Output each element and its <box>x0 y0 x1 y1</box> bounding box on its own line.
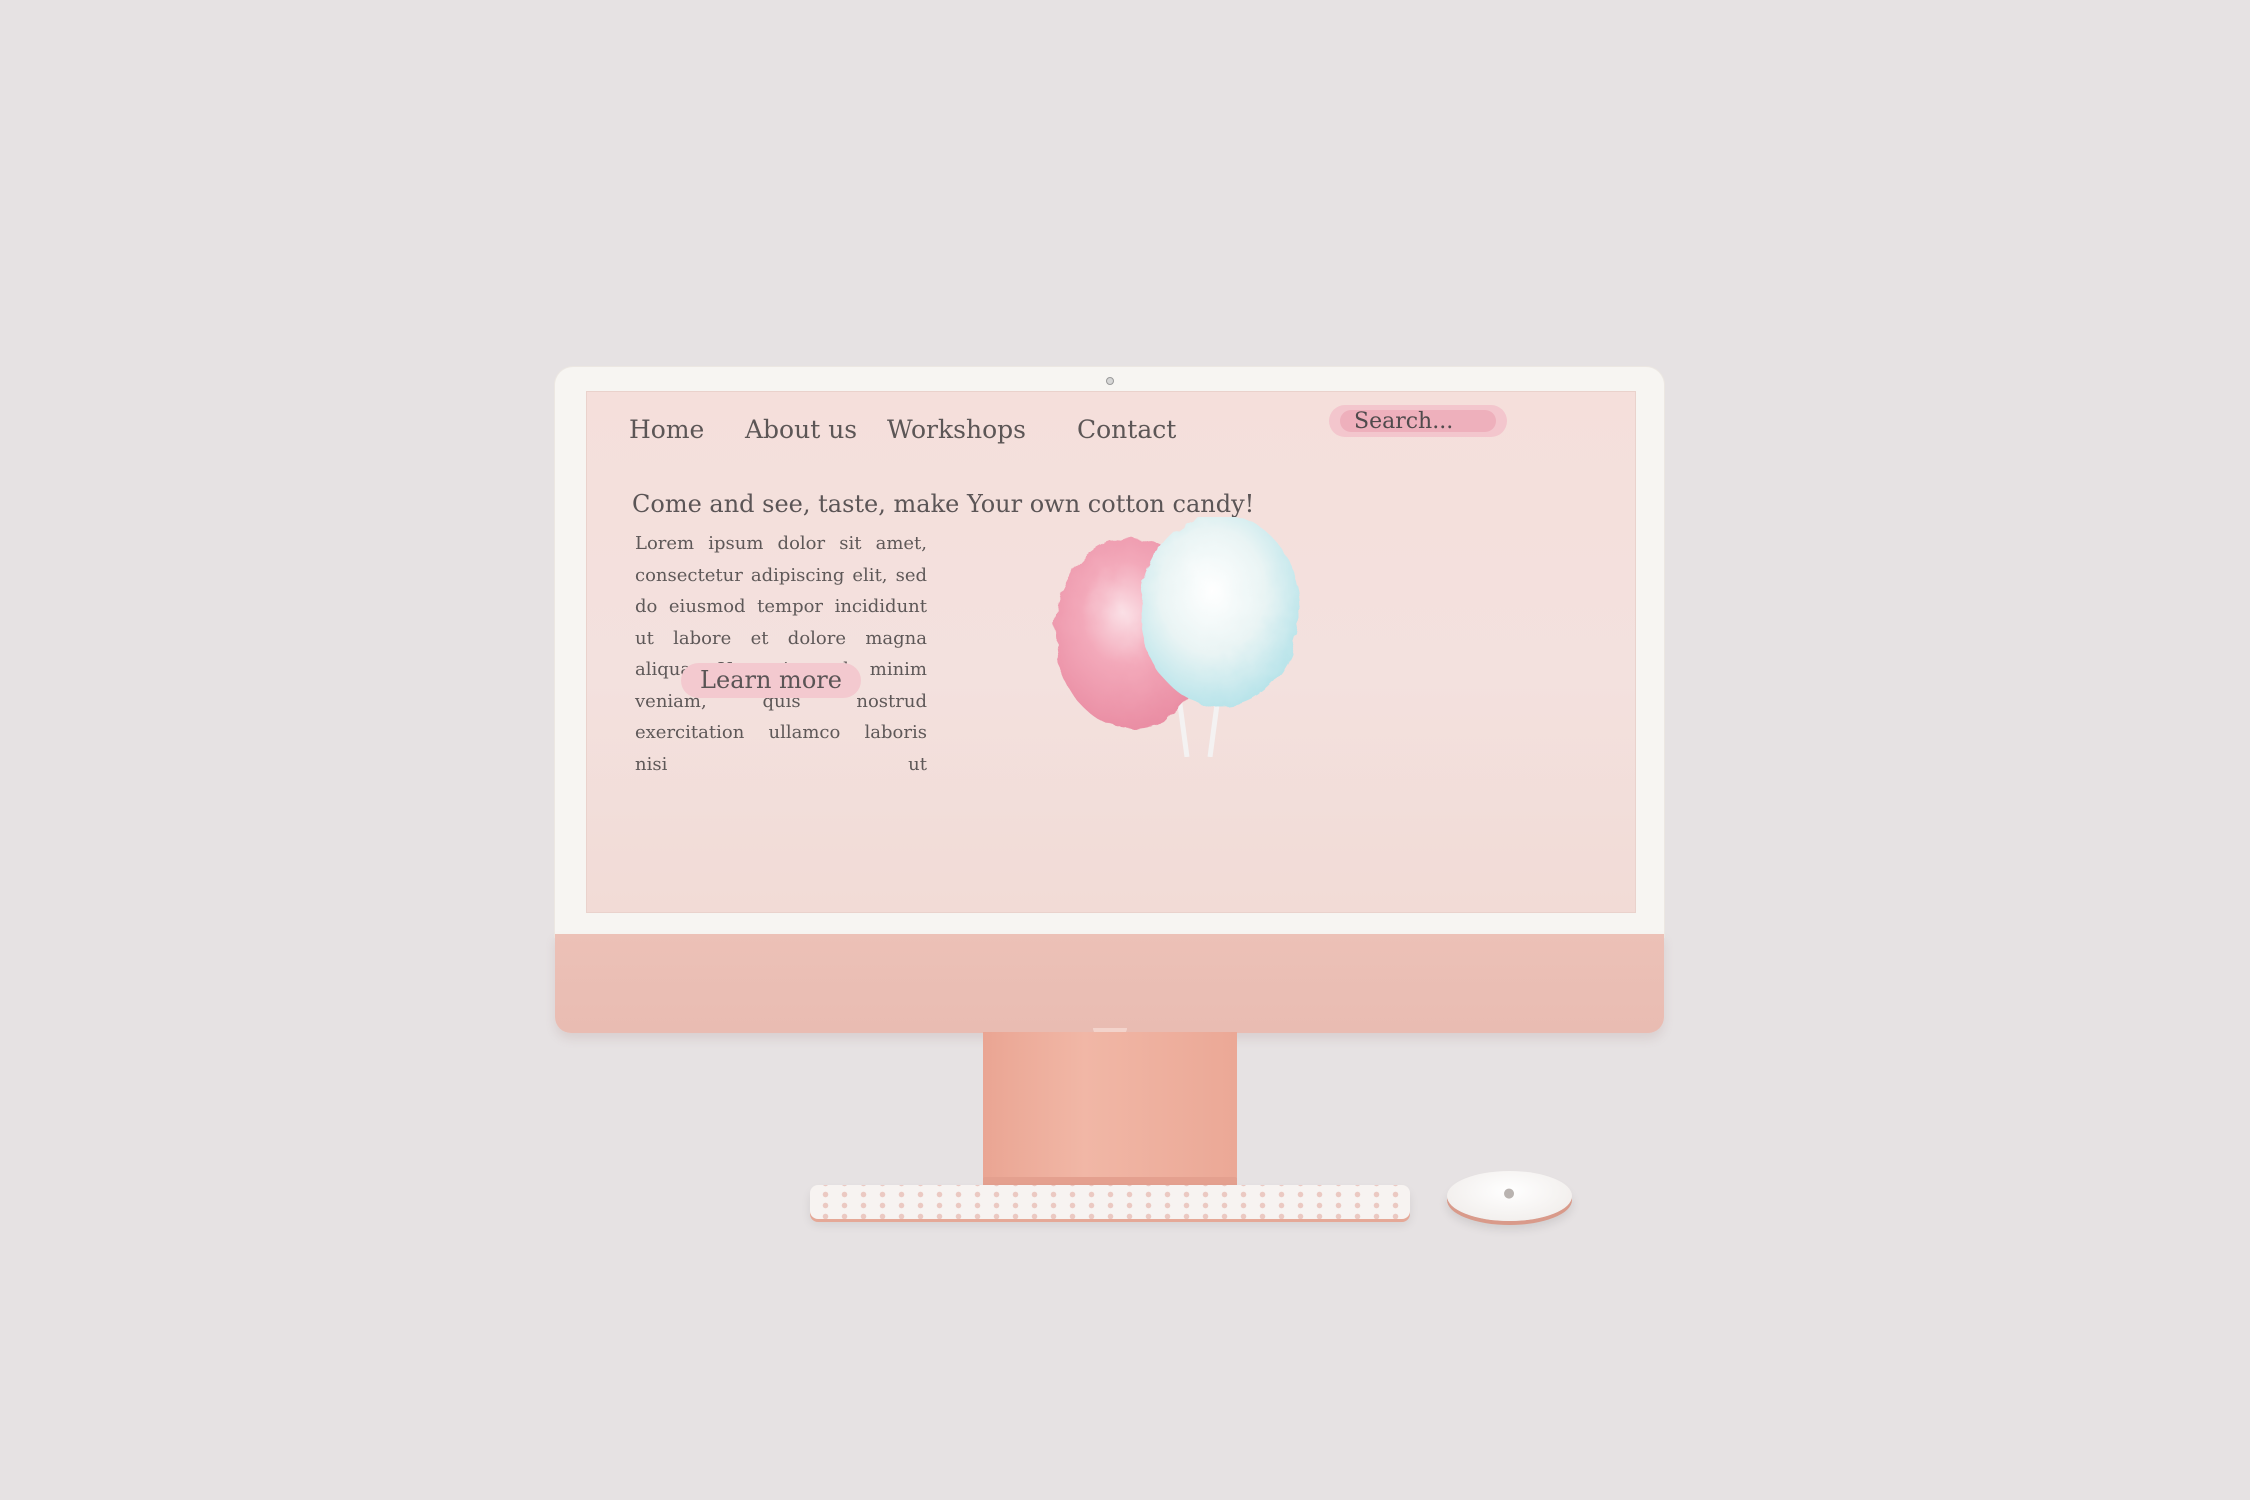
nav-contact-link[interactable]: Contact <box>1077 410 1176 450</box>
search-input[interactable] <box>1340 410 1496 432</box>
learn-more-button[interactable]: Learn more <box>681 663 861 698</box>
hero-body-text: Lorem ipsum dolor sit amet, consectetur … <box>635 533 927 775</box>
monitor-stand <box>983 1032 1237 1185</box>
monitor-chin <box>555 934 1664 1033</box>
hero-headline: Come and see, taste, make Your own cotto… <box>632 490 1255 518</box>
website-screen: Home About us Workshops Contact Come and… <box>586 391 1636 913</box>
mouse: ● <box>1447 1171 1572 1221</box>
camera-icon <box>1106 377 1114 385</box>
search-box <box>1329 405 1507 437</box>
keyboard <box>810 1185 1410 1219</box>
blue-cotton-candy <box>1140 517 1300 706</box>
monitor: Home About us Workshops Contact Come and… <box>555 367 1664 1033</box>
cotton-candy-illustration <box>1054 517 1300 757</box>
nav-workshops-link[interactable]: Workshops <box>887 410 1026 450</box>
apple-logo-icon: ● <box>1503 1186 1515 1201</box>
nav-about-link[interactable]: About us <box>745 410 857 450</box>
monitor-bezel: Home About us Workshops Contact Come and… <box>555 367 1664 937</box>
nav-home-link[interactable]: Home <box>629 410 704 450</box>
